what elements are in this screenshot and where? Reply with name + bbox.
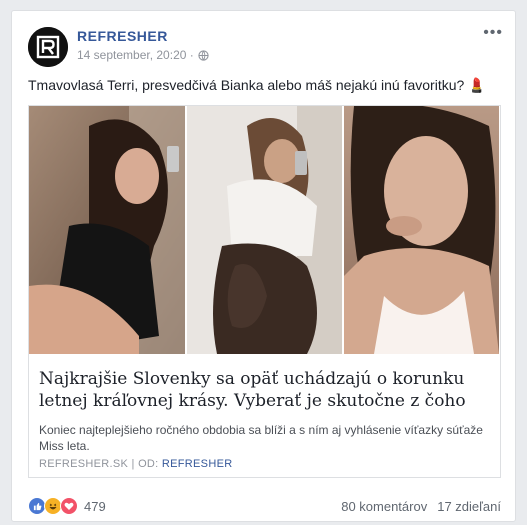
- link-photo-2: [184, 106, 343, 354]
- page-name-link[interactable]: REFRESHER: [77, 28, 168, 44]
- post-timestamp[interactable]: 14 september, 20:20 ·: [77, 48, 194, 62]
- engagement-stats: 80 komentárov 17 zdieľaní: [341, 499, 501, 514]
- link-photo-3: [342, 106, 500, 354]
- refresher-logo-icon: [28, 27, 68, 67]
- link-description: Koniec najteplejšieho ročného obdobia sa…: [39, 423, 483, 453]
- link-title[interactable]: Najkrajšie Slovenky sa opäť uchádzajú o …: [39, 368, 494, 412]
- link-preview[interactable]: Najkrajšie Slovenky sa opäť uchádzajú o …: [28, 105, 501, 478]
- shares-count[interactable]: 17 zdieľaní: [437, 499, 501, 514]
- reaction-icons: [28, 497, 78, 515]
- link-separator: |: [131, 458, 135, 470]
- reactions-summary[interactable]: 479: [28, 497, 106, 515]
- ellipsis-icon[interactable]: •••: [483, 24, 503, 42]
- love-icon: [60, 497, 78, 515]
- comments-count[interactable]: 80 komentárov: [341, 499, 427, 514]
- link-by-label: OD:: [138, 458, 159, 470]
- reaction-count[interactable]: 479: [84, 499, 106, 514]
- link-source: REFRESHER.SK | OD: REFRESHER: [39, 458, 232, 470]
- globe-icon: [198, 49, 209, 61]
- post-status-text: Tmavovlasá Terri, presvedčivá Bianka ale…: [28, 77, 486, 93]
- link-photo-1: [29, 106, 185, 354]
- page-avatar[interactable]: [28, 27, 68, 67]
- link-domain: REFRESHER.SK: [39, 458, 129, 470]
- post-meta: 14 september, 20:20 ·: [77, 48, 209, 62]
- post-card: REFRESHER 14 september, 20:20 · ••• Tmav…: [11, 10, 516, 522]
- link-image-collage[interactable]: [29, 106, 500, 354]
- link-by-author[interactable]: REFRESHER: [162, 458, 233, 470]
